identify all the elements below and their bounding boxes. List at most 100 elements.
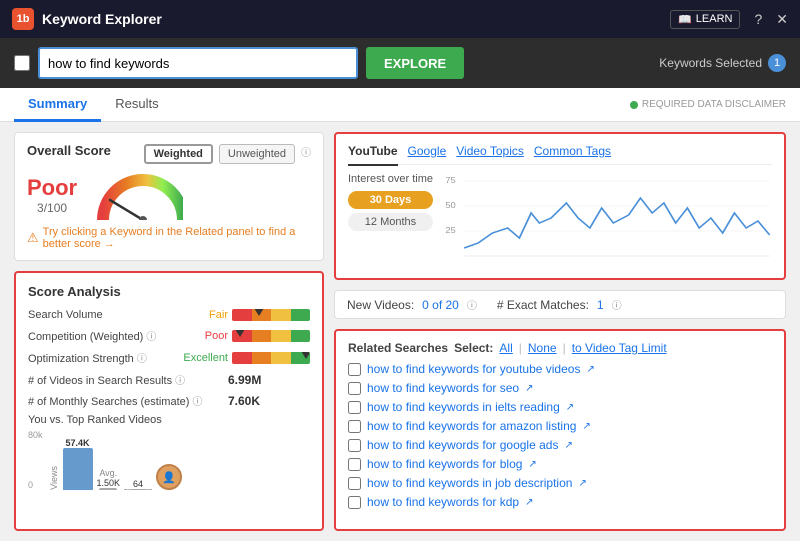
- related-item-link-3[interactable]: how to find keywords for amazon listing: [367, 419, 576, 433]
- search-volume-bar: [232, 309, 310, 321]
- related-item-checkbox-6[interactable]: [348, 477, 361, 490]
- explore-button[interactable]: EXPLORE: [366, 47, 464, 79]
- avg-label: Avg.: [99, 468, 117, 478]
- chart-tabs: YouTube Google Video Topics Common Tags: [348, 144, 772, 165]
- svg-text:25: 25: [445, 226, 456, 235]
- related-item-link-1[interactable]: how to find keywords for seo: [367, 381, 519, 395]
- related-searches-card: Related Searches Select: All | None | to…: [334, 329, 786, 531]
- time-period-select: Interest over time 30 Days 12 Months: [348, 173, 433, 268]
- bar-3-wrap: 64: [124, 479, 152, 490]
- related-title: Related Searches: [348, 341, 448, 355]
- related-item-checkbox-1[interactable]: [348, 382, 361, 395]
- search-volume-rating: Fair: [173, 309, 228, 321]
- help-icon[interactable]: ?: [754, 11, 762, 27]
- videos-search-row: # of Videos in Search Results ⓘ 6.99M: [28, 372, 310, 387]
- competition-info-icon[interactable]: ⓘ: [146, 332, 156, 343]
- related-item-checkbox-7[interactable]: [348, 496, 361, 509]
- title-bar-right: 📖 LEARN ? ✕: [670, 10, 788, 29]
- you-vs-top-label: You vs. Top Ranked Videos: [28, 414, 310, 426]
- related-item-checkbox-4[interactable]: [348, 439, 361, 452]
- learn-button[interactable]: 📖 LEARN: [670, 10, 740, 29]
- new-videos-row: New Videos: 0 of 20 ⓘ # Exact Matches: 1…: [334, 290, 786, 319]
- divider-1: |: [519, 341, 522, 355]
- related-item-link-7[interactable]: how to find keywords for kdp: [367, 495, 519, 509]
- related-item-link-2[interactable]: how to find keywords in ielts reading: [367, 400, 560, 414]
- try-better-text: ⚠ Try clicking a Keyword in the Related …: [27, 226, 311, 250]
- new-videos-label: New Videos:: [347, 298, 414, 312]
- select-none-link[interactable]: None: [528, 341, 557, 355]
- external-icon-2: ↗: [566, 402, 574, 413]
- to-video-tag-limit-link[interactable]: to Video Tag Limit: [572, 341, 667, 355]
- optimization-row: Optimization Strength ⓘ Excellent: [28, 350, 310, 365]
- chart-tab-video-topics[interactable]: Video Topics: [456, 144, 524, 158]
- chart-tab-google[interactable]: Google: [408, 144, 447, 158]
- related-item-link-0[interactable]: how to find keywords for youtube videos: [367, 362, 580, 376]
- y-zero-label: 0: [28, 480, 43, 490]
- monthly-searches-info-icon[interactable]: ⓘ: [192, 397, 202, 408]
- close-icon[interactable]: ✕: [776, 11, 788, 28]
- score-toggle: Weighted Unweighted ⓘ: [144, 144, 311, 164]
- weighted-btn[interactable]: Weighted: [144, 144, 213, 164]
- title-bar: 1b Keyword Explorer 📖 LEARN ? ✕: [0, 0, 800, 38]
- select-all-link[interactable]: All: [499, 341, 512, 355]
- keyword-checkbox[interactable]: [14, 55, 30, 71]
- new-videos-info-icon[interactable]: ⓘ: [467, 297, 477, 312]
- gauge-visual: [93, 170, 183, 220]
- bar-1: [63, 448, 93, 490]
- unweighted-btn[interactable]: Unweighted: [219, 144, 295, 164]
- 12-months-btn[interactable]: 12 Months: [348, 213, 433, 231]
- related-item-checkbox-2[interactable]: [348, 401, 361, 414]
- interest-over-time-label: Interest over time: [348, 173, 433, 185]
- optimization-info-icon[interactable]: ⓘ: [137, 354, 147, 365]
- external-icon-6: ↗: [578, 478, 586, 489]
- new-videos-value[interactable]: 0 of 20: [422, 298, 459, 312]
- score-info-icon[interactable]: ⓘ: [301, 144, 311, 164]
- search-volume-row: Search Volume Fair: [28, 309, 310, 321]
- tabs-left: Summary Results: [14, 88, 173, 122]
- competition-row: Competition (Weighted) ⓘ Poor: [28, 328, 310, 343]
- warning-icon: ⚠: [27, 230, 39, 246]
- optimization-rating: Excellent: [173, 352, 228, 364]
- chart-tab-youtube[interactable]: YouTube: [348, 144, 398, 166]
- external-icon-0: ↗: [586, 364, 594, 375]
- 30-days-btn[interactable]: 30 Days: [348, 191, 433, 209]
- related-header: Related Searches Select: All | None | to…: [348, 341, 772, 355]
- exact-matches-info-icon[interactable]: ⓘ: [612, 297, 622, 312]
- competition-bar: [232, 330, 310, 342]
- required-disclaimer: REQUIRED DATA DISCLAIMER: [630, 99, 786, 110]
- bar-1-label: 57.4K: [66, 438, 90, 448]
- search-input[interactable]: [38, 47, 358, 79]
- related-item-checkbox-0[interactable]: [348, 363, 361, 376]
- exact-matches-label: # Exact Matches:: [497, 298, 589, 312]
- videos-search-label: # of Videos in Search Results ⓘ: [28, 372, 228, 387]
- bar-2: [99, 488, 117, 490]
- related-item-link-4[interactable]: how to find keywords for google ads: [367, 438, 558, 452]
- related-item: how to find keywords for google ads ↗: [348, 438, 772, 452]
- exact-matches-value[interactable]: 1: [597, 298, 604, 312]
- avatar: 👤: [156, 464, 182, 490]
- svg-text:50: 50: [445, 201, 456, 210]
- external-icon-3: ↗: [582, 421, 590, 432]
- search-bar-left: EXPLORE: [14, 47, 464, 79]
- tabs-bar: Summary Results REQUIRED DATA DISCLAIMER: [0, 88, 800, 122]
- divider-2: |: [563, 341, 566, 355]
- optimization-label: Optimization Strength ⓘ: [28, 350, 173, 365]
- chart-card: YouTube Google Video Topics Common Tags …: [334, 132, 786, 280]
- overall-score-card: Overall Score Weighted Unweighted ⓘ Poor…: [14, 132, 324, 261]
- videos-search-info-icon[interactable]: ⓘ: [175, 376, 185, 387]
- related-item-checkbox-3[interactable]: [348, 420, 361, 433]
- left-panel: Overall Score Weighted Unweighted ⓘ Poor…: [14, 132, 324, 531]
- related-items-list: how to find keywords for youtube videos …: [348, 362, 772, 509]
- chart-tab-common-tags[interactable]: Common Tags: [534, 144, 611, 158]
- external-icon-5: ↗: [528, 459, 536, 470]
- green-dot-icon: [630, 101, 638, 109]
- views-axis-label: Views: [49, 466, 59, 490]
- related-item-link-6[interactable]: how to find keywords in job description: [367, 476, 572, 490]
- app-title: Keyword Explorer: [42, 11, 162, 27]
- bar-2-label: 1.50K: [97, 478, 121, 488]
- learn-icon: 📖: [678, 13, 692, 26]
- related-item-link-5[interactable]: how to find keywords for blog: [367, 457, 522, 471]
- related-item-checkbox-5[interactable]: [348, 458, 361, 471]
- tab-summary[interactable]: Summary: [14, 88, 101, 122]
- tab-results[interactable]: Results: [101, 88, 172, 122]
